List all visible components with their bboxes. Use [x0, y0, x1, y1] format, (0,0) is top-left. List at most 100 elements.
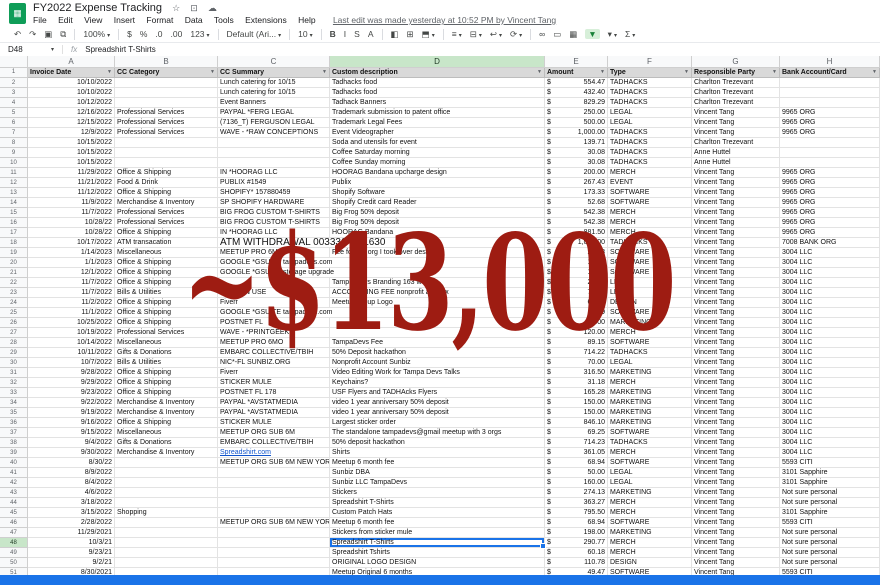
row-header-12[interactable]: 12 [0, 178, 28, 188]
cell-b49[interactable] [115, 548, 218, 558]
cell-h21[interactable]: 3004 LLC [780, 268, 880, 278]
row-header-40[interactable]: 40 [0, 458, 28, 468]
cell-f46[interactable]: SOFTWARE [608, 518, 692, 528]
row-header-38[interactable]: 38 [0, 438, 28, 448]
cell-a4[interactable]: 10/12/2022 [28, 98, 115, 108]
select-all-corner[interactable] [0, 56, 28, 68]
cell-f20[interactable]: SOFTWARE [608, 258, 692, 268]
cell-g17[interactable]: Vincent Tang [692, 228, 780, 238]
cell-h23[interactable]: 3004 LLC [780, 288, 880, 298]
cell-c8[interactable] [218, 138, 330, 148]
cell-e17[interactable]: $881.50 [545, 228, 608, 238]
cell-f22[interactable]: LEGAL [608, 278, 692, 288]
print-icon[interactable]: ▣ [44, 29, 52, 40]
cell-g27[interactable]: Vincent Tang [692, 328, 780, 338]
cell-e29[interactable]: $714.22 [545, 348, 608, 358]
menu-file[interactable]: File [33, 15, 47, 25]
cell-d37[interactable]: The standalone tampadevs@gmail meetup wi… [330, 428, 545, 438]
cell-d48[interactable]: Spreadshirt T-Shirts [330, 538, 545, 548]
column-header-h[interactable]: H [780, 56, 880, 68]
cell-e2[interactable]: $554.47 [545, 78, 608, 88]
row-header-11[interactable]: 11 [0, 168, 28, 178]
cell-e21[interactable]: $12.63 [545, 268, 608, 278]
cell-f44[interactable]: MERCH [608, 498, 692, 508]
cell-d16[interactable]: Big Frog 50% deposit [330, 218, 545, 228]
cell-h9[interactable] [780, 148, 880, 158]
filter-header-cell[interactable]: CC Category▼ [115, 68, 218, 78]
row-header-32[interactable]: 32 [0, 378, 28, 388]
decrease-decimals-icon[interactable]: .0 [155, 29, 162, 39]
cell-a36[interactable]: 9/16/2022 [28, 418, 115, 428]
cell-a37[interactable]: 9/15/2022 [28, 428, 115, 438]
cell-g44[interactable]: Vincent Tang [692, 498, 780, 508]
cell-f18[interactable]: TADHACKS [608, 238, 692, 248]
cell-c29[interactable]: EMBARC COLLECTIVE/TBIH [218, 348, 330, 358]
cell-a50[interactable]: 9/2/21 [28, 558, 115, 568]
font-select[interactable]: Default (Ari...▾ [227, 29, 282, 39]
filter-icon[interactable]: ▼ [210, 68, 215, 77]
cell-c28[interactable]: MEETUP PRO 6MO [218, 338, 330, 348]
functions-icon[interactable]: Σ▾ [625, 29, 635, 39]
cell-h24[interactable]: 3004 LLC [780, 298, 880, 308]
filter-header-cell[interactable]: Type▼ [608, 68, 692, 78]
cell-a20[interactable]: 1/1/2023 [28, 258, 115, 268]
cell-f49[interactable]: MERCH [608, 548, 692, 558]
cell-d12[interactable]: Publix [330, 178, 545, 188]
cell-d38[interactable]: 50% deposit hackathon [330, 438, 545, 448]
cell-b16[interactable]: Professional Services [115, 218, 218, 228]
cell-f25[interactable]: SOFTWARE [608, 308, 692, 318]
cell-g50[interactable]: Vincent Tang [692, 558, 780, 568]
cell-f34[interactable]: MARKETING [608, 398, 692, 408]
cell-d28[interactable]: TampaDevs Fee [330, 338, 545, 348]
cell-g22[interactable]: Vincent Tang [692, 278, 780, 288]
text-wrap-icon[interactable]: ↩▾ [490, 29, 502, 40]
cell-e15[interactable]: $542.38 [545, 208, 608, 218]
cell-g3[interactable]: Charlton Trezevant [692, 88, 780, 98]
cell-f35[interactable]: MARKETING [608, 408, 692, 418]
cell-b41[interactable] [115, 468, 218, 478]
cell-f19[interactable]: SOFTWARE [608, 248, 692, 258]
cell-b17[interactable]: Office & Shipping [115, 228, 218, 238]
cell-f40[interactable]: SOFTWARE [608, 458, 692, 468]
cell-e32[interactable]: $31.18 [545, 378, 608, 388]
cell-c22[interactable] [218, 278, 330, 288]
cell-a49[interactable]: 9/23/21 [28, 548, 115, 558]
row-header-5[interactable]: 5 [0, 108, 28, 118]
cell-f4[interactable]: TADHACKS [608, 98, 692, 108]
cell-f48[interactable]: MERCH [608, 538, 692, 548]
cell-h16[interactable]: 9965 ORG [780, 218, 880, 228]
cell-a25[interactable]: 11/1/2022 [28, 308, 115, 318]
column-header-g[interactable]: G [692, 56, 780, 68]
filter-header-cell[interactable]: Invoice Date▼ [28, 68, 115, 78]
cell-f26[interactable]: MARKETING [608, 318, 692, 328]
cell-f37[interactable]: SOFTWARE [608, 428, 692, 438]
cell-a43[interactable]: 4/6/2022 [28, 488, 115, 498]
cell-f28[interactable]: SOFTWARE [608, 338, 692, 348]
cell-b7[interactable]: Professional Services [115, 128, 218, 138]
cell-b12[interactable]: Food & Drink [115, 178, 218, 188]
cell-f32[interactable]: MERCH [608, 378, 692, 388]
row-header-35[interactable]: 35 [0, 408, 28, 418]
cell-b21[interactable]: Office & Shipping [115, 268, 218, 278]
cell-h32[interactable]: 3004 LLC [780, 378, 880, 388]
cell-h18[interactable]: 7008 BANK ORG [780, 238, 880, 248]
cell-g40[interactable]: Vincent Tang [692, 458, 780, 468]
cell-d22[interactable]: Tampa Devs Branding 163 work [330, 278, 545, 288]
cell-g46[interactable]: Vincent Tang [692, 518, 780, 528]
cell-d14[interactable]: Shopify Credit card Reader [330, 198, 545, 208]
cell-g14[interactable]: Vincent Tang [692, 198, 780, 208]
cell-g8[interactable]: Charlton Trezevant [692, 138, 780, 148]
cell-b44[interactable] [115, 498, 218, 508]
cell-h47[interactable]: Not sure personal [780, 528, 880, 538]
row-header-24[interactable]: 24 [0, 298, 28, 308]
cell-h15[interactable]: 9965 ORG [780, 208, 880, 218]
filter-icon[interactable]: ▼ [872, 68, 877, 77]
row-header-9[interactable]: 9 [0, 148, 28, 158]
column-header-c[interactable]: C [218, 56, 330, 68]
cell-g36[interactable]: Vincent Tang [692, 418, 780, 428]
cell-c26[interactable]: POSTNET FL [218, 318, 330, 328]
cell-g48[interactable]: Vincent Tang [692, 538, 780, 548]
cell-d23[interactable]: ACCOUNTING FEE nonprofit and tax [330, 288, 545, 298]
cell-e46[interactable]: $68.94 [545, 518, 608, 528]
cell-c40[interactable]: MEETUP ORG SUB 6M NEW YORK NY Digi [218, 458, 330, 468]
